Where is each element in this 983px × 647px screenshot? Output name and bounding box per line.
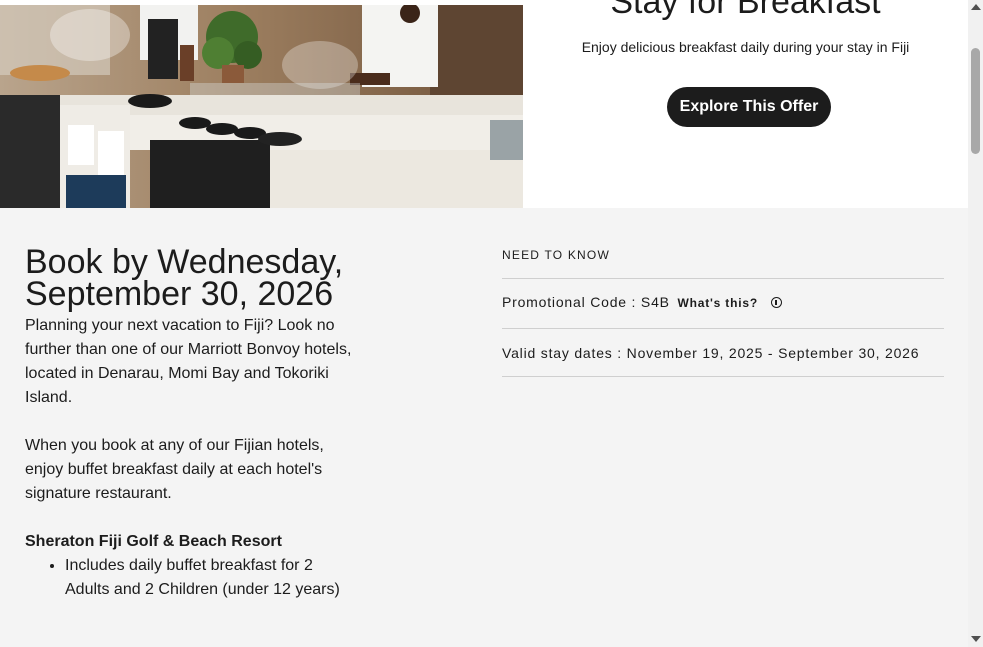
need-to-know-heading: NEED TO KNOW bbox=[502, 248, 610, 262]
valid-dates-text: Valid stay dates : November 19, 2025 - S… bbox=[502, 345, 920, 361]
promo-code-text: Promotional Code : S4B bbox=[502, 294, 670, 310]
offer-description: Book by Wednesday, September 30, 2026 Pl… bbox=[25, 243, 355, 602]
book-by-heading: Book by Wednesday, September 30, 2026 bbox=[25, 243, 344, 313]
hero-subtitle: Enjoy delicious breakfast daily during y… bbox=[581, 39, 910, 55]
hero-image bbox=[0, 5, 523, 208]
whats-this-link[interactable]: What's this? bbox=[678, 296, 758, 310]
scroll-down-arrow-icon[interactable] bbox=[971, 636, 981, 642]
breakfast-paragraph: When you book at any of our Fijian hotel… bbox=[25, 437, 324, 502]
valid-dates-row: Valid stay dates : November 19, 2025 - S… bbox=[502, 328, 944, 377]
resort-benefits-list: Includes daily buffet breakfast for 2 Ad… bbox=[25, 554, 355, 602]
hero-offer-panel: Stay for Breakfast Enjoy delicious break… bbox=[523, 0, 968, 208]
info-circle-icon[interactable] bbox=[770, 297, 782, 308]
need-to-know-panel: NEED TO KNOW Promotional Code : S4B What… bbox=[502, 246, 944, 377]
intro-paragraph: Planning your next vacation to Fiji? Loo… bbox=[25, 317, 352, 406]
explore-offer-button[interactable]: Explore This Offer bbox=[667, 87, 831, 127]
hero-title: Stay for Breakfast bbox=[610, 0, 881, 21]
list-item: Includes daily buffet breakfast for 2 Ad… bbox=[65, 554, 355, 602]
promo-code-row: Promotional Code : S4B What's this? bbox=[502, 278, 944, 328]
offer-details-section: Book by Wednesday, September 30, 2026 Pl… bbox=[0, 208, 968, 647]
resort-name: Sheraton Fiji Golf & Beach Resort bbox=[25, 533, 282, 550]
scrollbar-thumb[interactable] bbox=[971, 48, 980, 154]
scroll-up-arrow-icon[interactable] bbox=[971, 4, 981, 10]
hero-section: Stay for Breakfast Enjoy delicious break… bbox=[0, 0, 968, 208]
page-scrollbar[interactable] bbox=[968, 0, 983, 647]
